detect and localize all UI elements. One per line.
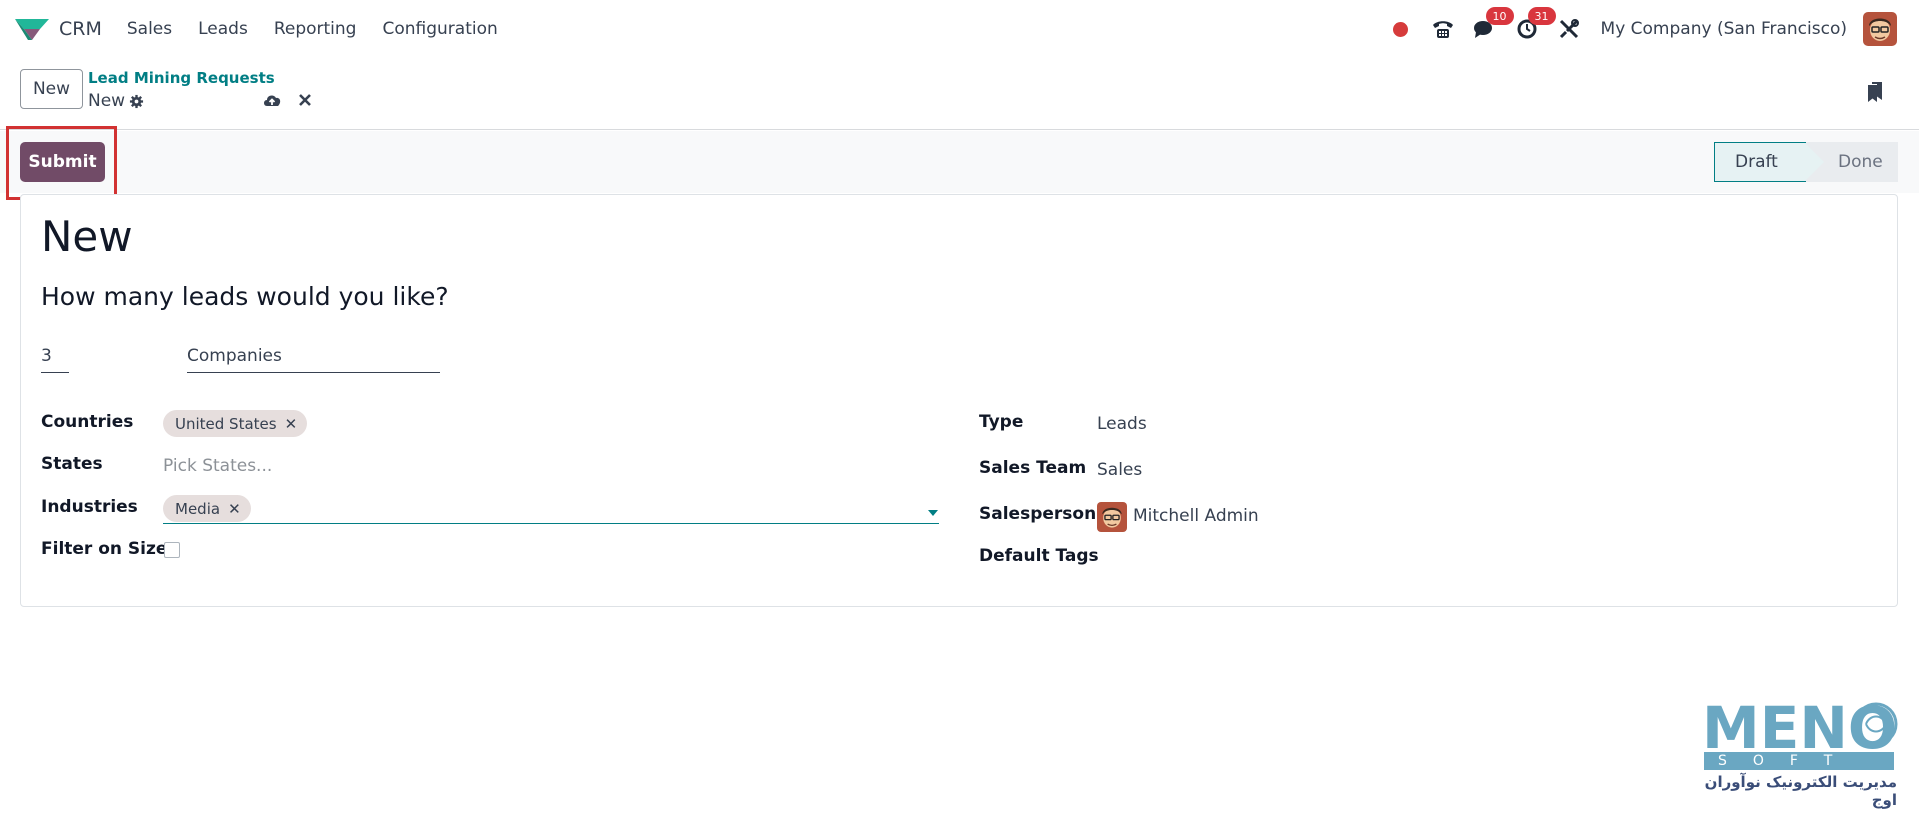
states-label: States [41, 454, 103, 474]
menu-reporting[interactable]: Reporting [261, 19, 370, 39]
record-button[interactable] [1387, 15, 1415, 43]
app-brand[interactable]: CRM [14, 17, 102, 41]
remove-tag-icon[interactable]: ✕ [228, 500, 241, 518]
record-dot-icon [1393, 21, 1409, 37]
lead-count-input[interactable]: 3 [41, 346, 69, 373]
company-switcher[interactable]: My Company (San Francisco) [1601, 19, 1847, 39]
phone-button[interactable] [1429, 15, 1457, 43]
tools-icon [1559, 19, 1579, 39]
activities-button[interactable]: 31 [1513, 7, 1556, 43]
filter-on-size-checkbox[interactable] [164, 542, 180, 558]
menu-configuration[interactable]: Configuration [369, 19, 510, 39]
avatar-image [1863, 12, 1897, 46]
industries-input[interactable] [163, 523, 939, 524]
country-tag-label: United States [175, 414, 277, 433]
watermark-persian: مدیریت الکترونیک نوآوران اوج [1704, 773, 1897, 809]
status-bar [0, 131, 1919, 193]
type-value[interactable]: Leads [1097, 414, 1147, 434]
stage-pipeline: Draft Done [1714, 142, 1898, 182]
breadcrumb-current-label: New [88, 91, 126, 111]
stage-done-label: Done [1838, 152, 1883, 172]
crm-logo-icon [15, 19, 49, 40]
messages-button[interactable]: 10 [1471, 7, 1514, 43]
main-menu: Sales Leads Reporting Configuration [114, 19, 511, 39]
systray: 10 31 My Company (San Francisco) [1373, 0, 1897, 58]
search-type-select[interactable]: Companies [187, 346, 440, 373]
menu-sales[interactable]: Sales [114, 19, 185, 39]
salesperson-value[interactable]: Mitchell Admin [1133, 506, 1259, 526]
salesperson-label: Salesperson [979, 504, 1097, 524]
watermark-soft: SOFT [1704, 752, 1894, 770]
type-label: Type [979, 412, 1024, 432]
salesperson-avatar [1097, 502, 1127, 532]
breadcrumb-parent-link[interactable]: Lead Mining Requests [88, 69, 275, 87]
cloud-upload-icon[interactable] [262, 91, 282, 109]
user-avatar[interactable] [1863, 12, 1897, 46]
breadcrumb-current: New [88, 91, 144, 111]
gear-icon[interactable] [129, 94, 144, 109]
close-icon[interactable] [297, 92, 313, 108]
chevron-down-icon[interactable] [928, 510, 938, 516]
form-sheet [20, 194, 1898, 607]
messages-badge: 10 [1485, 7, 1514, 25]
states-input[interactable]: Pick States... [163, 456, 272, 476]
default-tags-label: Default Tags [979, 546, 1099, 566]
top-navbar: CRM Sales Leads Reporting Configuration … [0, 0, 1919, 58]
phone-icon [1432, 21, 1453, 38]
industries-label: Industries [41, 497, 138, 517]
new-button[interactable]: New [20, 69, 83, 109]
menu-leads[interactable]: Leads [185, 19, 261, 39]
stage-draft-label: Draft [1735, 152, 1778, 172]
activities-badge: 31 [1527, 7, 1556, 25]
submit-button[interactable]: Submit [20, 142, 105, 182]
record-title: New [41, 212, 133, 261]
industry-tag-label: Media [175, 499, 221, 518]
app-name: CRM [59, 18, 102, 40]
remove-tag-icon[interactable]: ✕ [285, 415, 298, 433]
leads-question: How many leads would you like? [41, 282, 449, 311]
stage-draft[interactable]: Draft [1714, 142, 1826, 182]
bookmark-icon[interactable] [1865, 80, 1885, 104]
country-tag: United States ✕ [163, 410, 308, 437]
industry-tag: Media ✕ [163, 495, 251, 522]
sales-team-label: Sales Team [979, 458, 1087, 478]
countries-label: Countries [41, 412, 134, 432]
tools-button[interactable] [1555, 15, 1583, 43]
sales-team-value[interactable]: Sales [1097, 460, 1142, 480]
control-panel: New Lead Mining Requests New [0, 58, 1919, 130]
filter-on-size-label: Filter on Size [41, 539, 168, 559]
